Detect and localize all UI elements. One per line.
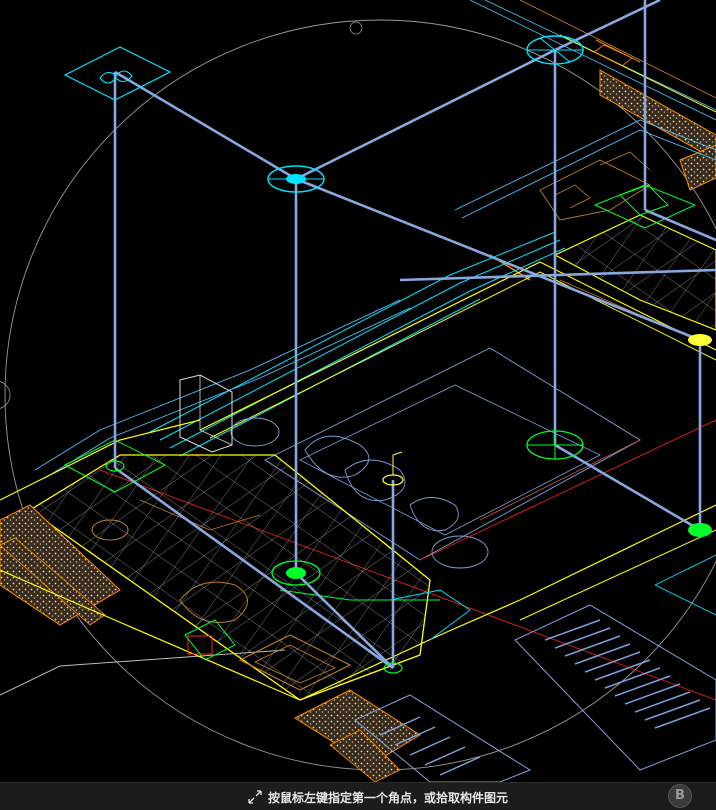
cad-drawing-canvas[interactable] — [0, 0, 716, 782]
command-prompt-text: 按鼠标左键指定第一个角点，或拾取构件图元 — [268, 790, 509, 805]
command-prompt: 按鼠标左键指定第一个角点，或拾取构件图元 — [248, 788, 508, 806]
command-status-bar: 按鼠标左键指定第一个角点，或拾取构件图元 — [0, 782, 716, 810]
corner-select-icon — [248, 790, 262, 804]
floor-drain-green-3[interactable] — [688, 523, 712, 537]
floor-drain-green-2[interactable] — [526, 430, 584, 460]
snap-mode-badge[interactable]: B — [668, 784, 692, 808]
upper-right-structure — [469, 0, 716, 191]
right-room — [454, 119, 716, 341]
pipe-fitting-yellow-1[interactable] — [688, 334, 712, 346]
left-room — [0, 419, 716, 782]
